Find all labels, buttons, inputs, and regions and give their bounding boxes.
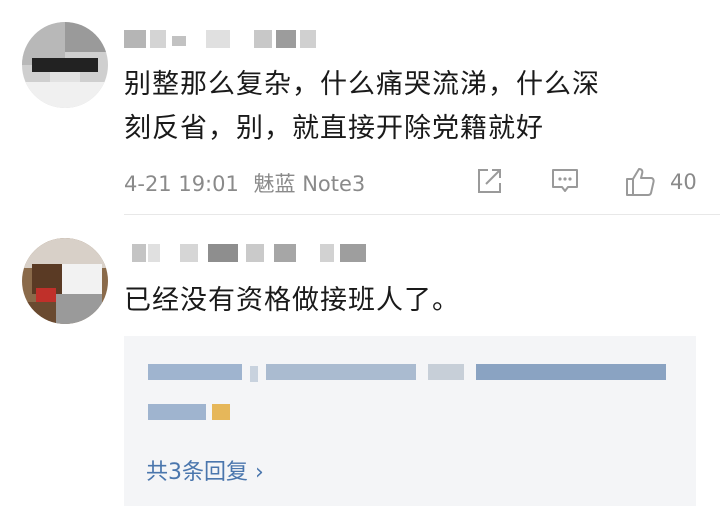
view-more-replies-link[interactable]: 共3条回复 › <box>146 454 264 486</box>
reply-button[interactable] <box>550 166 580 200</box>
like-count: 40 <box>670 170 697 194</box>
username-redacted[interactable] <box>124 244 394 266</box>
thumbs-up-icon <box>626 168 655 196</box>
timestamp: 4-21 19:01 <box>124 172 239 196</box>
share-icon <box>478 169 501 193</box>
comment-item: 别整那么复杂，什么痛哭流涕，什么深 刻反省，别，就直接开除党籍就好 4-21 1… <box>0 0 720 214</box>
avatar[interactable] <box>22 238 108 324</box>
comment-text: 已经没有资格做接班人了。 <box>124 285 460 316</box>
like-button[interactable] <box>624 166 658 202</box>
reply-preview[interactable]: 共3条回复 › <box>124 336 696 506</box>
username-redacted[interactable] <box>124 30 324 52</box>
device-label: 魅蓝 Note3 <box>253 172 366 196</box>
comment-icon <box>552 169 578 192</box>
comment-text-line2: 刻反省，别，就直接开除党籍就好 <box>124 113 544 144</box>
share-button[interactable] <box>474 166 504 200</box>
comment-item: 已经没有资格做接班人了。 共3条回复 › <box>0 216 720 516</box>
divider <box>124 214 720 215</box>
comment-meta: 4-21 19:01 魅蓝 Note3 <box>124 168 373 198</box>
avatar[interactable] <box>22 22 108 108</box>
comment-text-line1: 别整那么复杂，什么痛哭流涕，什么深 <box>124 69 600 100</box>
